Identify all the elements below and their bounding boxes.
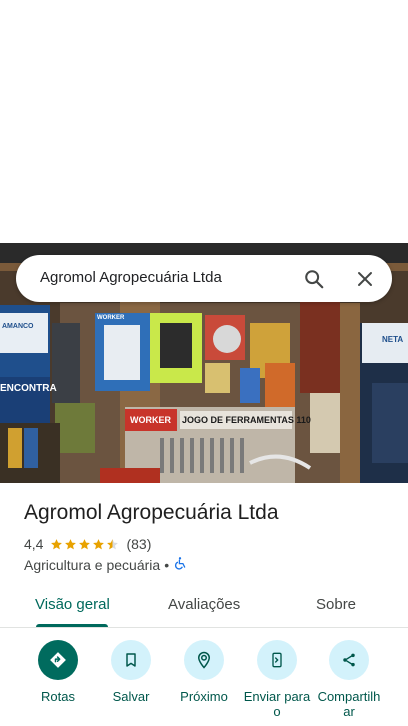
directions-icon (38, 640, 78, 680)
save-label: Salvar (112, 689, 150, 704)
place-category: Agricultura e pecuária (24, 556, 161, 573)
star-icon (93, 538, 105, 549)
tab-about[interactable]: Sobre (316, 596, 356, 613)
rating-value: 4,4 (24, 536, 44, 552)
directions-button[interactable]: Rotas (18, 640, 98, 704)
save-button[interactable]: Salvar (91, 640, 171, 704)
bookmark-icon (111, 640, 151, 680)
active-tab-indicator (36, 624, 108, 627)
star-icon (65, 538, 77, 549)
sign-amanco: AMANCO (2, 323, 34, 330)
sign-jogo-ferramentas: JOGO DE FERRAMENTAS 110 (182, 415, 311, 425)
sign-worker-1: WORKER (97, 315, 125, 321)
sign-encontra: ENCONTRA (0, 383, 57, 394)
search-icon[interactable] (301, 266, 327, 292)
nearby-button[interactable]: Próximo (164, 640, 244, 704)
place-name: Agromol Agropecuária Ltda (24, 501, 279, 524)
half-star-icon (107, 538, 119, 549)
rating-stars (50, 538, 120, 551)
search-query[interactable]: Agromol Agropecuária Ltda (40, 269, 222, 286)
star-icon (79, 538, 91, 549)
review-count: (83) (126, 536, 152, 552)
tab-reviews[interactable]: Avaliações (168, 596, 240, 613)
nearby-icon (184, 640, 224, 680)
place-tabs: Visão geral Avaliações Sobre (0, 587, 408, 628)
wheelchair-accessible-icon (173, 556, 187, 573)
close-icon[interactable] (352, 266, 378, 292)
separator-dot: • (164, 556, 170, 573)
send-to-phone-label: Enviar para o (243, 689, 311, 719)
sign-worker-2: WORKER (130, 415, 171, 425)
send-to-phone-button[interactable]: Enviar para o (237, 640, 317, 719)
share-label: Compartilhar (317, 689, 381, 719)
action-bar: Rotas Salvar Próximo Enviar para o Compa… (0, 640, 408, 726)
rating-row[interactable]: 4,4 (83) (24, 536, 151, 552)
category-row: Agricultura e pecuária • (24, 556, 187, 573)
tab-overview[interactable]: Visão geral (35, 596, 110, 613)
directions-label: Rotas (41, 689, 75, 704)
sign-neta: NETA (382, 335, 404, 344)
share-button[interactable]: Compartilhar (309, 640, 389, 719)
search-bar[interactable]: Agromol Agropecuária Ltda (16, 255, 392, 302)
nearby-label: Próximo (180, 689, 228, 704)
share-icon (329, 640, 369, 680)
send-to-phone-icon (257, 640, 297, 680)
star-icon (51, 538, 63, 549)
